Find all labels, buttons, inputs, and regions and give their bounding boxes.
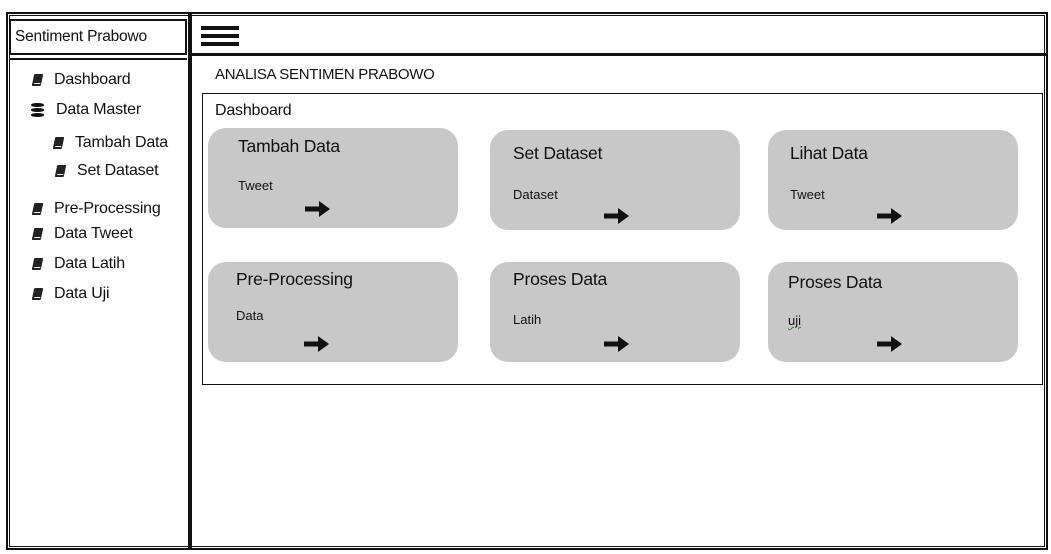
sidebar-item-label: Data Latih: [54, 255, 125, 272]
sidebar-item-data-latih[interactable]: Data Latih: [31, 255, 125, 273]
sidebar-item-label: Data Uji: [54, 285, 110, 302]
card-subtitle: Tweet: [790, 187, 825, 202]
app-title[interactable]: Sentiment Prabowo: [9, 19, 187, 55]
card-title: Set Dataset: [513, 143, 603, 163]
sidebar-header-divider: [9, 58, 187, 60]
arrow-right-icon: [604, 208, 629, 224]
sidebar-item-pre-processing[interactable]: Pre-Processing: [31, 200, 161, 218]
card-title: Proses Data: [513, 269, 608, 289]
header-divider: [192, 53, 1048, 56]
card-title: Proses Data: [788, 272, 883, 292]
arrow-right-icon: [877, 336, 902, 352]
card-title: Pre-Processing: [236, 269, 353, 289]
book-icon: [31, 228, 44, 240]
arrow-right-icon: [877, 208, 902, 224]
sidebar-divider: [188, 12, 192, 550]
app-title-text: Sentiment Prabowo: [15, 28, 147, 45]
sidebar-item-tambah-data[interactable]: Tambah Data: [52, 134, 168, 152]
card-subtitle: Latih: [513, 312, 542, 327]
arrow-right-icon: [604, 336, 629, 352]
card-title: Tambah Data: [238, 136, 340, 156]
sidebar-item-set-dataset[interactable]: Set Dataset: [54, 162, 159, 180]
sidebar-item-label: Data Tweet: [54, 225, 133, 242]
sidebar-item-label: Tambah Data: [75, 134, 168, 151]
hamburger-bar: [201, 26, 239, 30]
page-title: ANALISA SENTIMEN PRABOWO: [215, 66, 435, 83]
sidebar-item-data-uji[interactable]: Data Uji: [31, 285, 110, 303]
card-title: Lihat Data: [790, 143, 868, 163]
sidebar-item-label: Set Dataset: [77, 162, 159, 179]
card-proses-data-uji[interactable]: Proses Data uji: [768, 262, 1018, 362]
card-set-dataset[interactable]: Set Dataset Dataset: [490, 130, 740, 230]
card-pre-processing[interactable]: Pre-Processing Data: [208, 262, 458, 362]
arrow-right-icon: [304, 336, 329, 352]
card-subtitle: Dataset: [513, 187, 558, 202]
card-subtitle: uji: [788, 313, 802, 328]
hamburger-icon[interactable]: [201, 24, 241, 48]
hamburger-bar: [201, 42, 239, 46]
book-icon: [31, 203, 44, 215]
card-lihat-data[interactable]: Lihat Data Tweet: [768, 130, 1018, 230]
card-subtitle: Tweet: [238, 178, 273, 193]
sidebar-item-data-tweet[interactable]: Data Tweet: [31, 225, 133, 243]
database-icon: [31, 103, 44, 117]
book-icon: [31, 74, 44, 86]
arrow-right-icon: [305, 201, 330, 217]
card-tambah-data[interactable]: Tambah Data Tweet: [208, 128, 458, 228]
panel-title: Dashboard: [215, 102, 292, 119]
hamburger-bar: [201, 34, 239, 38]
sidebar-item-label: Data Master: [56, 101, 141, 118]
sidebar-item-label: Pre-Processing: [54, 200, 161, 217]
book-icon: [31, 258, 44, 270]
sidebar-item-label: Dashboard: [54, 71, 131, 88]
book-icon: [52, 137, 65, 149]
sidebar-item-data-master[interactable]: Data Master: [31, 101, 141, 119]
sidebar-item-dashboard[interactable]: Dashboard: [31, 71, 131, 89]
book-icon: [54, 165, 67, 177]
book-icon: [31, 288, 44, 300]
card-proses-data-latih[interactable]: Proses Data Latih: [490, 262, 740, 362]
card-subtitle: Data: [236, 308, 264, 323]
